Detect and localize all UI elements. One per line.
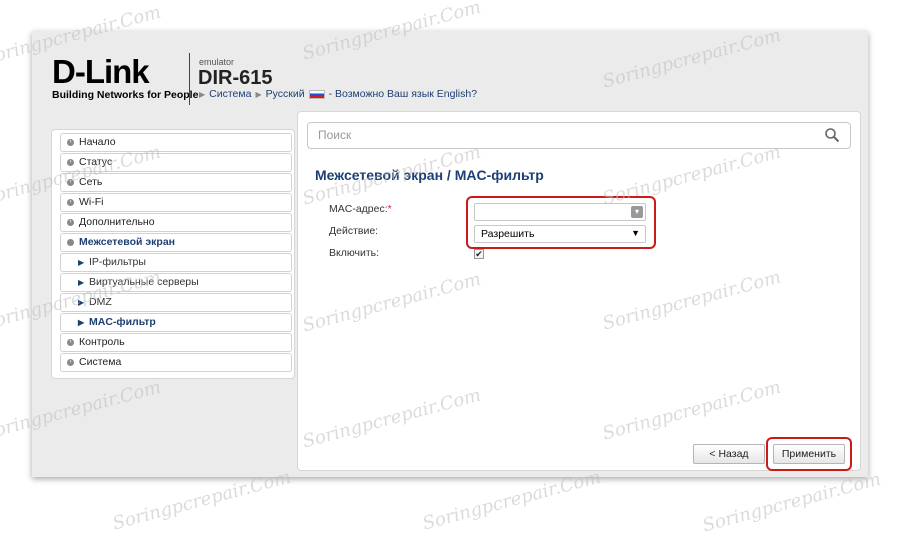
header-link-language[interactable]: Русский <box>266 88 305 100</box>
page-title: Межсетевой экран / MAC-фильтр <box>315 167 544 183</box>
mac-address-label: MAC-адрес:* <box>329 203 392 215</box>
enable-label: Включить: <box>329 247 380 259</box>
sidebar-item-label: Система <box>79 356 122 368</box>
sidebar-item-label: Начало <box>79 136 116 148</box>
sidebar-item-firewall[interactable]: ˇ Межсетевой экран <box>60 233 292 252</box>
required-marker: * <box>387 203 392 215</box>
sidebar-item-label: Виртуальные серверы <box>89 276 199 288</box>
sidebar-item-label: IP-фильтры <box>89 256 146 268</box>
sidebar-item-dmz[interactable]: ▶ DMZ <box>60 293 292 312</box>
highlight-frame-apply <box>766 437 852 471</box>
expand-icon: › <box>67 159 74 166</box>
collapse-icon: ˇ <box>67 239 74 246</box>
action-label: Действие: <box>329 225 379 237</box>
logo-text: D-Link <box>52 53 150 90</box>
sidebar-item-start[interactable]: › Начало <box>60 133 292 152</box>
sidebar-item-ip-filters[interactable]: ▶ IP-фильтры <box>60 253 292 272</box>
header-link-system[interactable]: Система <box>209 88 251 100</box>
sidebar-item-control[interactable]: › Контроль <box>60 333 292 352</box>
sidebar-item-label: Межсетевой экран <box>79 236 176 248</box>
sidebar-item-system[interactable]: › Система <box>60 353 292 372</box>
sidebar-item-wifi[interactable]: › Wi-Fi <box>60 193 292 212</box>
checkmark-icon: ✔ <box>475 249 483 259</box>
chevron-right-icon: ▶ <box>78 298 85 307</box>
sidebar-menu: › Начало › Статус › Сеть › Wi-Fi › Дополнител… <box>51 129 295 379</box>
logo-tagline: Building Networks for People <box>52 89 199 101</box>
russia-flag-icon[interactable] <box>308 89 325 99</box>
watermark-text: Soringpcrepair.Com <box>700 468 884 536</box>
emulator-label: emulator <box>199 57 235 67</box>
sidebar-item-status[interactable]: › Статус <box>60 153 292 172</box>
sidebar-item-label: DMZ <box>89 296 112 308</box>
expand-icon: › <box>67 219 74 226</box>
header-links: ▶ Система ▶ Русский - Возможно Ваш язык … <box>199 88 477 100</box>
expand-icon: › <box>67 139 74 146</box>
sidebar-item-advanced[interactable]: › Дополнительно <box>60 213 292 232</box>
sidebar-item-label: Wi-Fi <box>79 196 104 208</box>
router-web-ui: D-Link Building Networks for People emul… <box>32 31 868 477</box>
sidebar-item-label: Сеть <box>79 176 103 188</box>
sidebar-item-label: MAC-фильтр <box>89 316 156 328</box>
chevron-right-icon: ▶ <box>78 318 85 327</box>
model-name: DIR-615 <box>198 67 273 89</box>
sidebar-item-mac-filter[interactable]: ▶ MAC-фильтр <box>60 313 292 332</box>
chevron-right-icon: ▶ <box>78 278 85 287</box>
sidebar-item-virtual-servers[interactable]: ▶ Виртуальные серверы <box>60 273 292 292</box>
dlink-logo: D-Link Building Networks for People <box>52 53 204 102</box>
header-link-english[interactable]: - Возможно Ваш язык English? <box>329 88 478 100</box>
enable-checkbox[interactable]: ✔ <box>474 249 484 259</box>
chevron-right-icon: ▶ <box>78 258 85 267</box>
expand-icon: › <box>67 359 74 366</box>
expand-icon: › <box>67 339 74 346</box>
highlight-frame-fields <box>466 196 656 249</box>
main-panel: Поиск Межсетевой экран / MAC-фильтр MAC-… <box>297 111 861 471</box>
arrow-right-icon: ▶ <box>199 89 206 99</box>
search-placeholder: Поиск <box>318 128 352 142</box>
search-input[interactable]: Поиск <box>307 122 851 149</box>
sidebar-item-network[interactable]: › Сеть <box>60 173 292 192</box>
sidebar-item-label: Контроль <box>79 336 125 348</box>
expand-icon: › <box>67 199 74 206</box>
sidebar-item-label: Статус <box>79 156 113 168</box>
back-button[interactable]: < Назад <box>693 444 765 464</box>
search-icon[interactable] <box>824 127 840 143</box>
arrow-right-icon: ▶ <box>255 89 262 99</box>
expand-icon: › <box>67 179 74 186</box>
sidebar-item-label: Дополнительно <box>79 216 155 228</box>
header-divider <box>189 53 190 105</box>
